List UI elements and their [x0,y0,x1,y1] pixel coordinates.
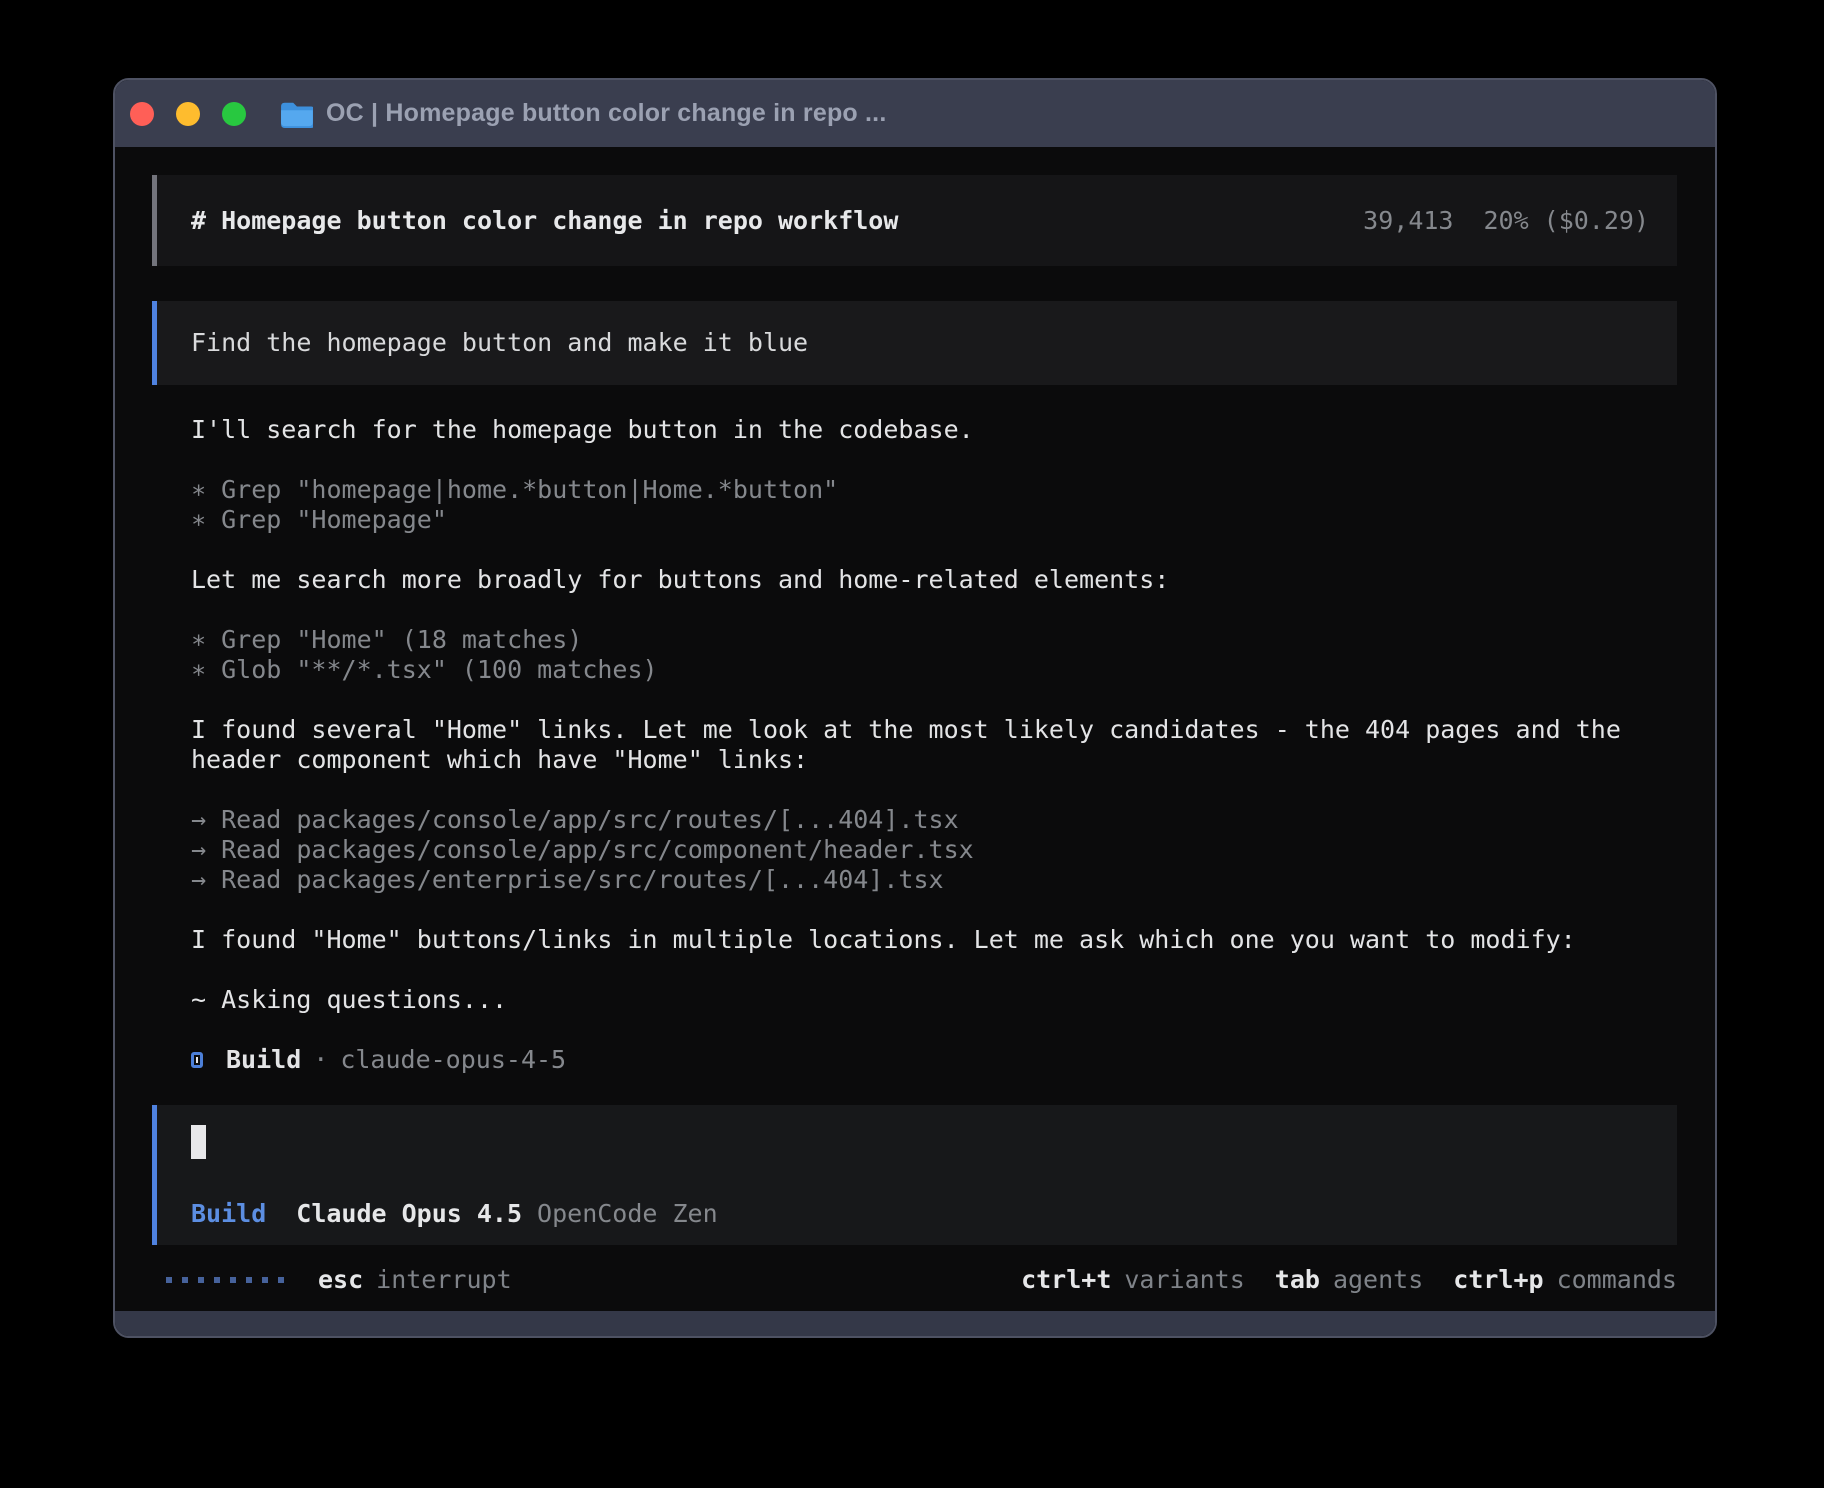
esc-key-hint: esc [318,1265,363,1295]
tool-call-grep: ∗ Grep "homepage|home.*button|Home.*butt… [191,475,1643,505]
tool-call-glob: ∗ Glob "**/*.tsx" (100 matches) [191,655,1643,685]
tool-call-grep: ∗ Grep "Homepage" [191,505,1643,535]
user-message: Find the homepage button and make it blu… [152,301,1677,385]
terminal-content: # Homepage button color change in repo w… [115,147,1715,1311]
user-message-text: Find the homepage button and make it blu… [191,328,808,358]
tool-calls-grep: ∗ Grep "homepage|home.*button|Home.*butt… [191,475,1643,535]
token-count: 39,413 [1363,206,1453,236]
tool-call-read: → Read packages/console/app/src/componen… [191,835,1643,865]
context-percent: 20% [1483,206,1528,236]
assistant-text: ~ Asking questions... [191,985,1643,1015]
zoom-button[interactable] [222,102,246,126]
shortcut-key: tab [1275,1265,1320,1295]
shortcut-key: ctrl+t [1021,1265,1111,1295]
spinner-dot [246,1277,252,1283]
provider-name: OpenCode Zen [537,1199,718,1229]
session-stats: 39,413 20% ($0.29) [1363,206,1649,236]
spinner-dot [230,1277,236,1283]
shortcut-variants: ctrl+t variants [1021,1265,1245,1295]
assistant-text: I found several "Home" links. Let me loo… [191,715,1643,775]
spinner-dot [182,1277,188,1283]
window-title: OC | Homepage button color change in rep… [326,101,886,126]
tool-call-read: → Read packages/console/app/src/routes/[… [191,805,1643,835]
model-id: claude-opus-4-5 [340,1045,566,1075]
shortcut-label: commands [1557,1265,1677,1295]
session-cost: ($0.29) [1544,206,1649,236]
model-name: Claude Opus 4.5 [296,1199,522,1229]
assistant-text: Let me search more broadly for buttons a… [191,565,1643,595]
text-cursor [191,1125,206,1159]
assistant-text: I'll search for the homepage button in t… [191,415,1643,445]
shortcut-key: ctrl+p [1453,1265,1543,1295]
close-button[interactable] [130,102,154,126]
spinner-dot [214,1277,220,1283]
session-header: # Homepage button color change in repo w… [152,175,1677,266]
titlebar: OC | Homepage button color change in rep… [115,80,1715,147]
tool-call-read: → Read packages/enterprise/src/routes/[.… [191,865,1643,895]
agent-mode-label: Build [191,1199,266,1229]
tool-calls-search: ∗ Grep "Home" (18 matches) ∗ Glob "**/*.… [191,625,1643,685]
separator-dot: · [313,1045,328,1075]
agent-name: Build [226,1045,301,1075]
agent-status-icon [191,1052,203,1068]
esc-key-action: interrupt [376,1265,511,1295]
spinner-dot [166,1277,172,1283]
spinner-dot [262,1277,268,1283]
keybar: esc interrupt ctrl+t variants tab agents… [152,1265,1677,1295]
shortcut-label: variants [1124,1265,1244,1295]
terminal-window: OC | Homepage button color change in rep… [113,78,1717,1338]
shortcut-agents: tab agents [1275,1265,1423,1295]
window-bottom-strip [115,1311,1715,1336]
assistant-text: I found "Home" buttons/links in multiple… [191,925,1643,955]
minimize-button[interactable] [176,102,200,126]
prompt-footer: Build Claude Opus 4.5 OpenCode Zen [191,1199,1677,1229]
spinner-dot [198,1277,204,1283]
tool-calls-read: → Read packages/console/app/src/routes/[… [191,805,1643,895]
folder-icon [279,100,313,128]
tool-call-grep: ∗ Grep "Home" (18 matches) [191,625,1643,655]
prompt-input[interactable]: Build Claude Opus 4.5 OpenCode Zen [152,1105,1677,1245]
spinner-dot [278,1277,284,1283]
agent-status-line: Build · claude-opus-4-5 [191,1045,1643,1075]
conversation: I'll search for the homepage button in t… [191,415,1643,1075]
session-title: # Homepage button color change in repo w… [191,206,898,236]
spinner-dots [166,1277,294,1283]
keybar-shortcuts: ctrl+t variants tab agents ctrl+p comman… [1021,1265,1677,1295]
shortcut-label: agents [1333,1265,1423,1295]
shortcut-commands: ctrl+p commands [1453,1265,1677,1295]
